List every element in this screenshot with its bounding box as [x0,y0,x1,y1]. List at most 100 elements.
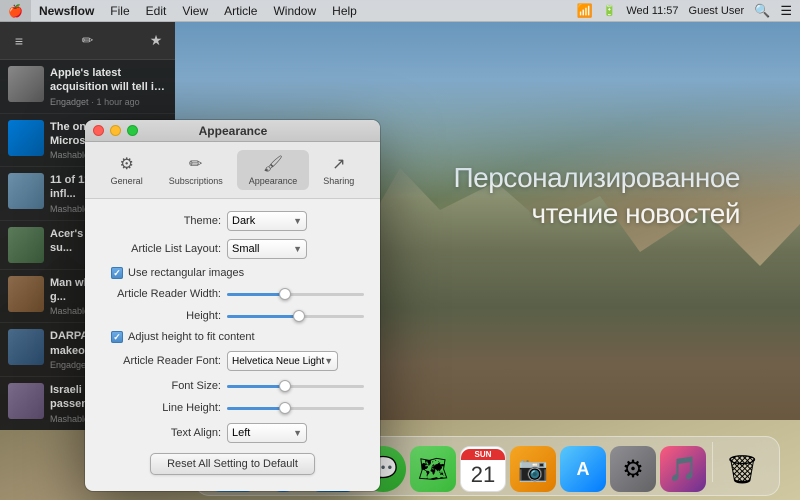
news-source: Mashable [50,204,89,214]
dialog-titlebar: Appearance [85,120,380,142]
theme-row: Theme: Dark ▼ [101,211,364,231]
dock-maps[interactable]: 🗺 [410,446,456,492]
desktop: Персонализированное чтение новостей 🍎 Ne… [0,0,800,500]
news-item[interactable]: Apple's latest acquisition will tell it … [0,60,175,114]
reset-button[interactable]: Reset All Setting to Default [150,453,315,475]
article-menu[interactable]: Article [216,0,265,22]
reader-width-row: Article Reader Width: [101,287,364,301]
dock-appstore[interactable]: A [560,446,606,492]
news-thumb [8,120,44,156]
article-list-layout-row: Article List Layout: Small ▼ [101,239,364,259]
article-list-layout-select[interactable]: Small ▼ [227,239,307,259]
layout-chevron-icon: ▼ [293,244,302,254]
news-source: Mashable [50,150,89,160]
font-size-row: Font Size: [101,379,364,393]
sidebar-star-icon[interactable]: ★ [145,30,167,52]
tab-sharing[interactable]: ↗ Sharing [311,150,366,190]
sidebar-list-icon[interactable]: ≡ [8,30,30,52]
apple-icon: 🍎 [8,4,23,18]
apple-menu[interactable]: 🍎 [0,0,31,22]
adjust-height-label: Adjust height to fit content [128,331,255,343]
reader-font-control: Helvetica Neue Light ▼ [227,351,364,371]
app-name-menu[interactable]: Newsflow [31,0,102,22]
tab-appearance[interactable]: 🖌 Appearance [237,150,310,190]
view-menu[interactable]: View [174,0,216,22]
news-content: Apple's latest acquisition will tell it … [50,66,167,107]
theme-value: Dark [232,215,255,227]
calendar-month: SUN [461,449,505,460]
news-thumb [8,276,44,312]
appearance-icon: 🖌 [263,154,283,174]
font-size-thumb[interactable] [279,380,291,392]
news-thumb [8,173,44,209]
appearance-dialog: Appearance ⚙ General ✏ Subscriptions 🖌 A… [85,120,380,491]
iphoto-icon: 📷 [518,455,548,484]
menubar-right: 📶 🔋 Wed 11:57 Guest User 🔍 ☰ [576,3,800,19]
maps-icon: 🗺 [418,455,448,484]
height-control [227,309,364,323]
text-align-value: Left [232,427,250,439]
tab-sharing-label: Sharing [323,176,354,186]
news-meta: Engadget · 1 hour ago [50,97,167,107]
window-menu[interactable]: Window [265,0,324,22]
tab-subscriptions-label: Subscriptions [169,176,223,186]
height-thumb[interactable] [293,310,305,322]
text-align-control: Left ▼ [227,423,364,443]
dock-iphoto[interactable]: 📷 [510,446,556,492]
rectangular-images-checkbox[interactable] [111,267,123,279]
reader-width-thumb[interactable] [279,288,291,300]
line-height-thumb[interactable] [279,402,291,414]
sidebar-compose-icon[interactable]: ✏ [77,30,99,52]
font-size-control [227,379,364,393]
line-height-slider[interactable] [227,407,364,410]
reader-font-row: Article Reader Font: Helvetica Neue Ligh… [101,351,364,371]
itunes-icon: 🎵 [668,455,698,484]
font-chevron-icon: ▼ [324,356,333,366]
dock-calendar[interactable]: SUN 21 [460,446,506,492]
article-list-layout-control: Small ▼ [227,239,364,259]
menubar: 🍎 Newsflow File Edit View Article Window… [0,0,800,22]
news-source: Mashable [50,306,89,316]
dialog-content: Theme: Dark ▼ Article List Layout: Small… [85,199,380,491]
text-align-select[interactable]: Left ▼ [227,423,307,443]
news-time: · 1 hour ago [91,97,140,107]
edit-menu[interactable]: Edit [138,0,175,22]
adjust-height-row: Adjust height to fit content [101,331,364,343]
tab-general[interactable]: ⚙ General [99,150,155,190]
dock-itunes[interactable]: 🎵 [660,446,706,492]
notification-icon[interactable]: ☰ [780,3,792,19]
rectangular-images-label: Use rectangular images [128,267,244,279]
subscriptions-icon: ✏ [189,154,202,174]
news-source: Engadget [50,360,89,370]
rectangular-images-row: Use rectangular images [101,267,364,279]
tab-subscriptions[interactable]: ✏ Subscriptions [157,150,235,190]
font-size-slider[interactable] [227,385,364,388]
dock-trash[interactable]: 🗑 [719,446,765,492]
reader-font-value: Helvetica Neue Light [232,356,324,367]
systemprefs-icon: ⚙ [622,455,644,484]
adjust-height-checkbox[interactable] [111,331,123,343]
clock: Wed 11:57 [626,5,678,17]
help-menu[interactable]: Help [324,0,365,22]
desktop-text-line2: чтение новостей [454,196,741,232]
theme-label: Theme: [101,215,221,227]
dock-system-preferences[interactable]: ⚙ [610,446,656,492]
sidebar-toolbar: ≡ ✏ ★ [0,22,175,60]
height-slider[interactable] [227,315,364,318]
height-label: Height: [101,310,221,322]
news-thumb [8,383,44,419]
user-label[interactable]: Guest User [689,5,745,17]
appstore-icon: A [577,459,590,480]
file-menu[interactable]: File [102,0,137,22]
reader-width-slider[interactable] [227,293,364,296]
theme-select[interactable]: Dark ▼ [227,211,307,231]
search-icon[interactable]: 🔍 [754,3,770,19]
sharing-icon: ↗ [332,154,345,174]
theme-chevron-icon: ▼ [293,216,302,226]
reader-font-select[interactable]: Helvetica Neue Light ▼ [227,351,338,371]
news-thumb [8,66,44,102]
news-source: Engadget [50,97,89,107]
wifi-icon[interactable]: 📶 [576,3,592,19]
text-align-label: Text Align: [101,427,221,439]
theme-control: Dark ▼ [227,211,364,231]
